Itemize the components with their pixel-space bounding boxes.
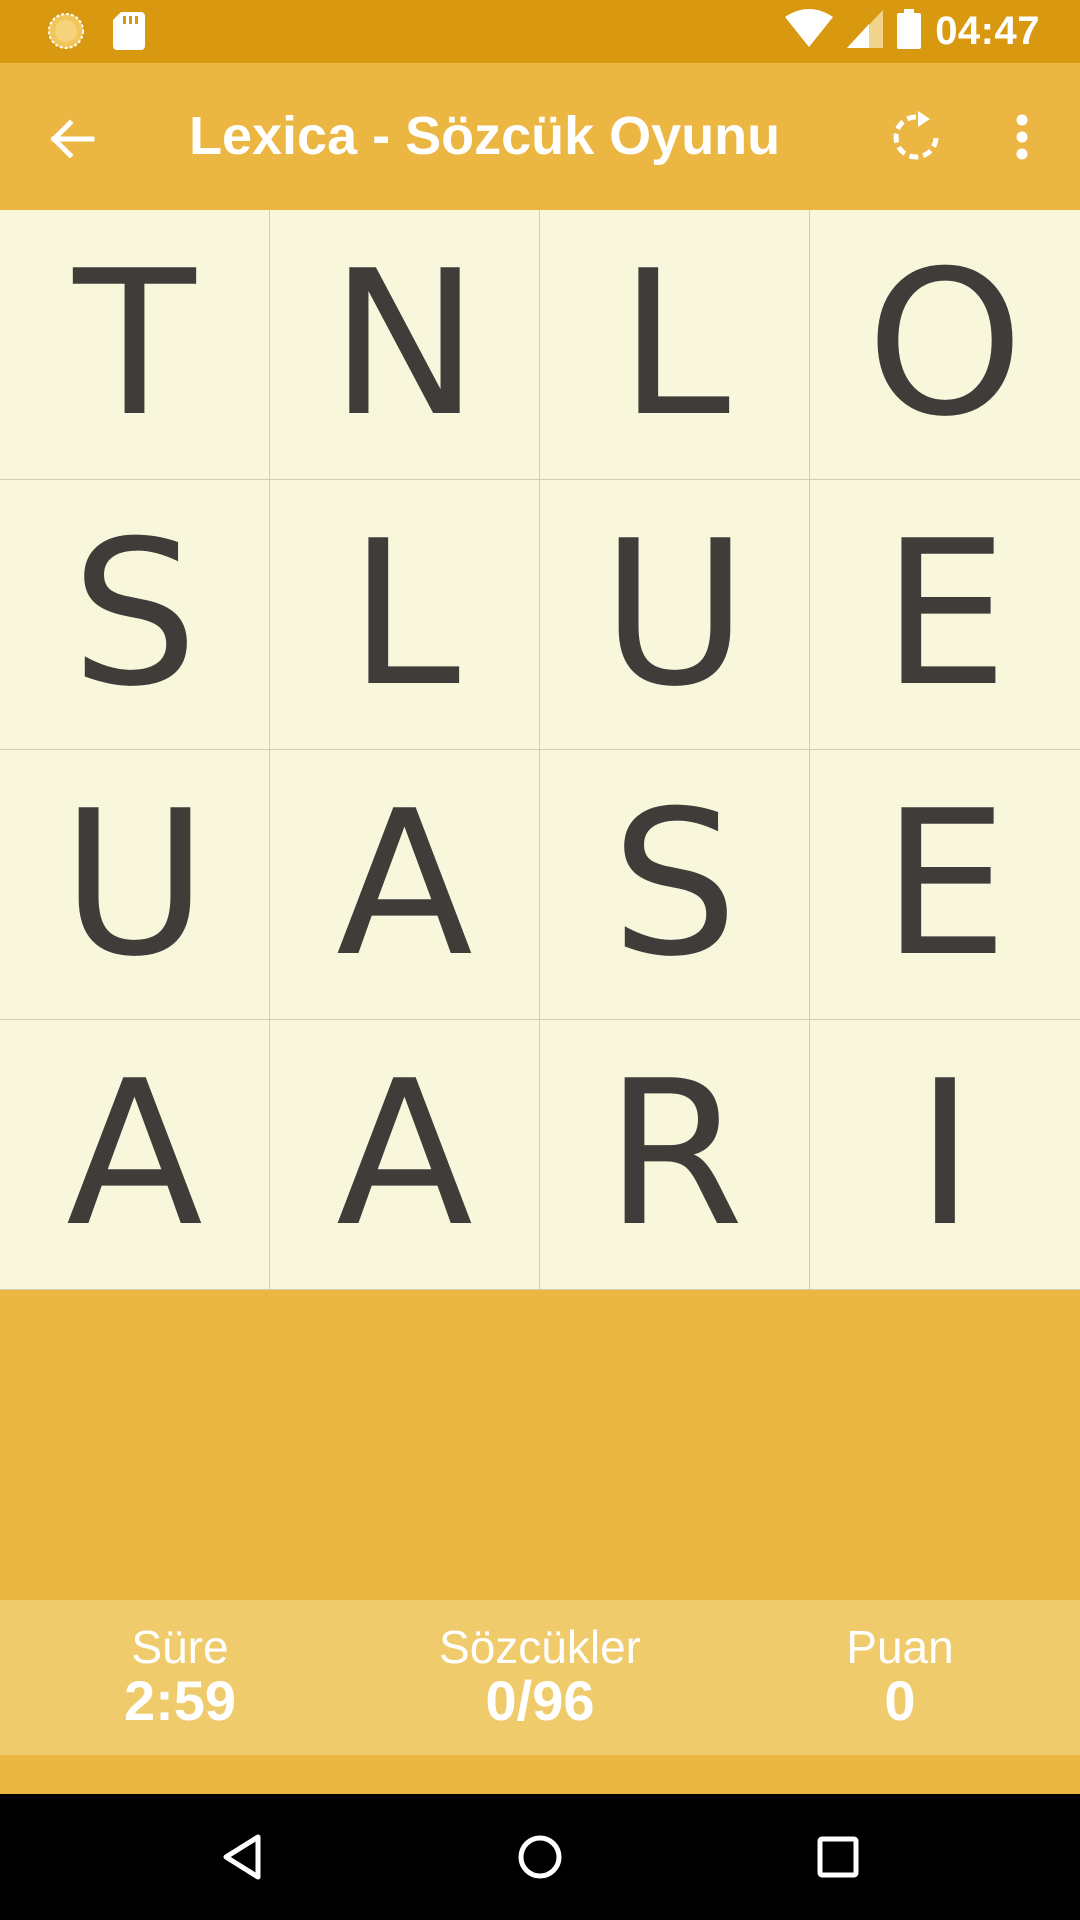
letter-tile[interactable]: T (0, 210, 270, 480)
letter-tile[interactable]: L (270, 480, 540, 750)
words-value: 0/96 (485, 1669, 595, 1732)
more-vert-icon (1016, 114, 1028, 160)
letter-tile[interactable]: U (0, 750, 270, 1020)
letter-tile[interactable]: N (270, 210, 540, 480)
time-label: Süre (131, 1621, 229, 1673)
arrow-left-icon (50, 119, 95, 159)
letter-tile[interactable]: L (540, 210, 810, 480)
wifi-icon (785, 9, 834, 54)
letter-tile[interactable]: A (270, 750, 540, 1020)
score-label: Puan (846, 1621, 954, 1673)
app-bar: Lexica - Sözcük Oyunu (0, 63, 1080, 210)
letter-tile[interactable]: E (810, 480, 1080, 750)
letter-tile[interactable]: A (270, 1020, 540, 1290)
battery-icon (897, 9, 922, 54)
letter-tile[interactable]: R (540, 1020, 810, 1290)
words-label: Sözcükler (439, 1621, 641, 1673)
sun-icon (47, 12, 85, 55)
letter-tile[interactable]: S (0, 480, 270, 750)
score-panel: Süre 2:59 Sözcükler 0/96 Puan 0 (0, 1600, 1080, 1755)
letter-tile[interactable]: O (810, 210, 1080, 480)
overflow-menu-button[interactable] (1000, 107, 1044, 167)
letter-board: T N L O S L U E U A S E A A R I (0, 210, 1080, 1290)
nav-recents-button[interactable] (808, 1827, 868, 1887)
letter-tile[interactable]: E (810, 750, 1080, 1020)
nav-back-button[interactable] (212, 1827, 272, 1887)
time-value: 2:59 (123, 1669, 237, 1732)
back-button[interactable] (44, 111, 100, 167)
triangle-back-icon (223, 1834, 261, 1880)
letter-tile[interactable]: A (0, 1020, 270, 1290)
score-value: 0 (884, 1669, 916, 1732)
letter-tile[interactable]: U (540, 480, 810, 750)
circle-home-icon (518, 1835, 562, 1879)
words-stat: Sözcükler 0/96 (390, 1622, 690, 1730)
letter-tile[interactable]: S (540, 750, 810, 1020)
nav-home-button[interactable] (510, 1827, 570, 1887)
system-nav-bar (0, 1794, 1080, 1920)
status-clock: 04:47 (935, 9, 1040, 53)
letter-tile[interactable]: I (810, 1020, 1080, 1290)
time-stat: Süre 2:59 (30, 1622, 330, 1730)
signal-icon (847, 10, 884, 53)
sd-card-icon (113, 12, 145, 55)
refresh-icon (893, 111, 939, 160)
refresh-button[interactable] (886, 107, 946, 167)
status-bar: 04:47 (0, 0, 1080, 63)
page-title: Lexica - Sözcük Oyunu (189, 106, 781, 166)
square-recents-icon (817, 1836, 859, 1878)
score-stat: Puan 0 (750, 1622, 1050, 1730)
